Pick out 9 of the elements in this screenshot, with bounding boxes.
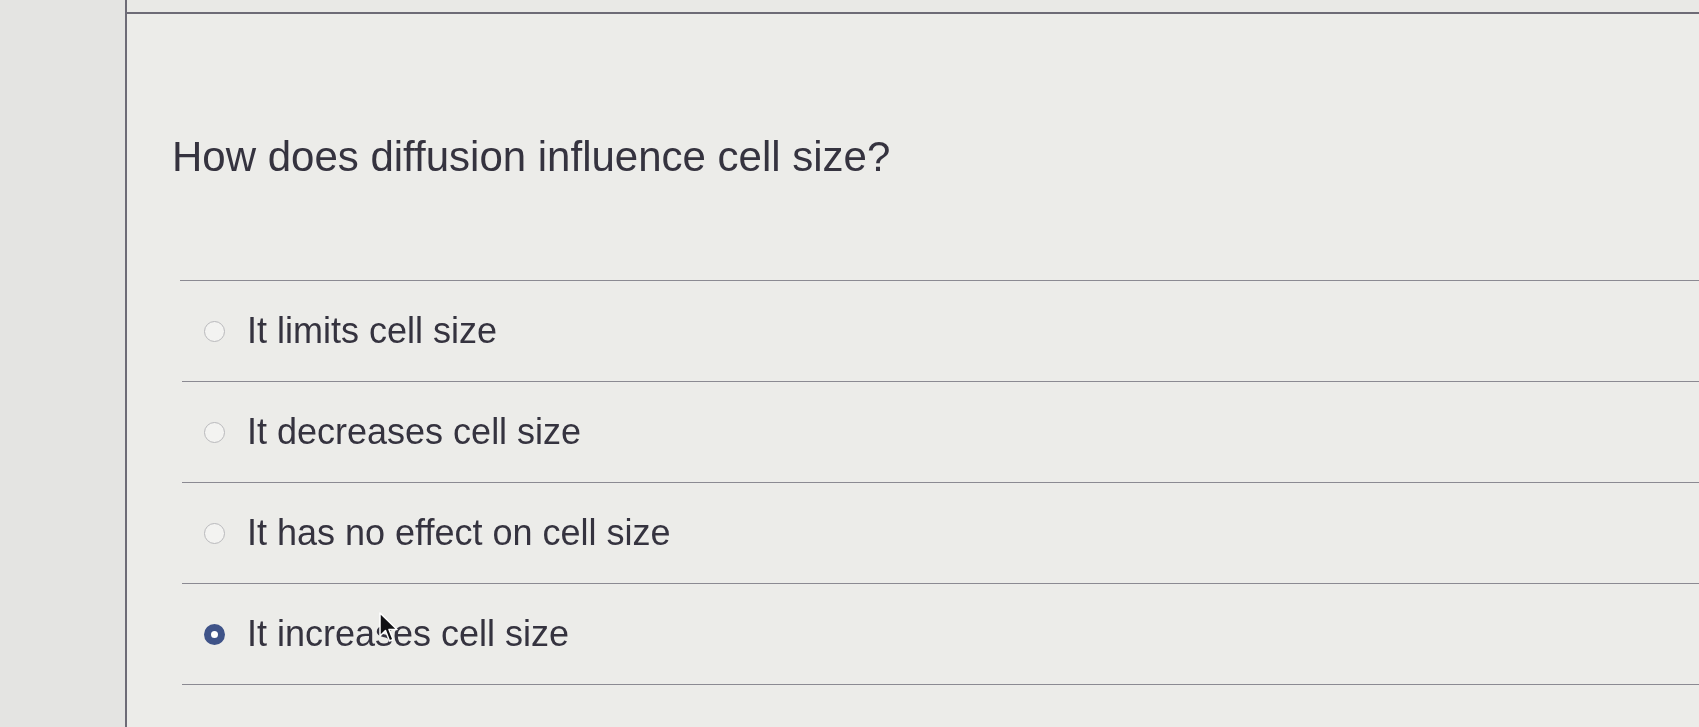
radio-button[interactable] <box>204 623 225 645</box>
radio-button[interactable] <box>204 320 225 342</box>
option-label[interactable]: It increases cell size <box>247 612 570 656</box>
question-text: How does diffusion influence cell size? <box>172 132 891 182</box>
option-label[interactable]: It limits cell size <box>247 309 498 353</box>
option-label[interactable]: It has no effect on cell size <box>247 511 671 555</box>
radio-button[interactable] <box>204 522 225 544</box>
radio-button[interactable] <box>204 421 225 443</box>
option-label[interactable]: It decreases cell size <box>247 410 582 454</box>
